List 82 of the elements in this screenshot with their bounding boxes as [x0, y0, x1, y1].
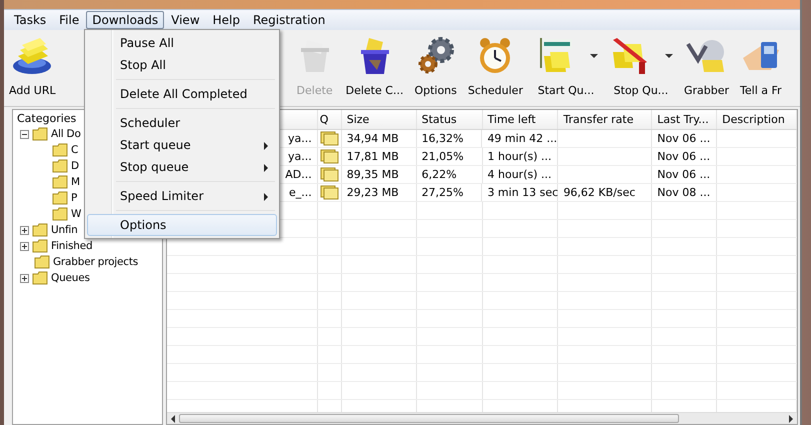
menu-item[interactable]: Delete All Completed: [87, 83, 277, 105]
table-cell: Nov 06 ...: [652, 130, 718, 147]
table-cell: 29,23 MB: [342, 184, 417, 201]
toolbar-label: Scheduler: [468, 84, 523, 97]
tree-item[interactable]: Unfin: [51, 224, 78, 236]
folder-icon: [32, 239, 48, 253]
column-header[interactable]: Transfer rate: [558, 110, 652, 129]
tree-item[interactable]: Queues: [51, 272, 90, 284]
gears-icon: [416, 36, 456, 76]
table-cell: 21,05%: [416, 148, 482, 165]
tree-item[interactable]: M: [71, 176, 80, 188]
tree-item[interactable]: Grabber projects: [53, 256, 138, 268]
menu-bar-item[interactable]: Registration: [247, 11, 332, 29]
tree-item[interactable]: All Do: [51, 128, 81, 140]
folder-icon: [52, 191, 68, 205]
toolbar-label: Grabber: [684, 84, 730, 97]
toolbar-button[interactable]: Add URL: [7, 32, 58, 99]
toolbar-button[interactable]: Tell a Fr: [738, 32, 784, 99]
table-cell: 16,32%: [416, 130, 482, 147]
table-cell: 49 min 42 ...: [482, 130, 558, 147]
toolbar-button[interactable]: Stop Qu...: [606, 32, 675, 99]
table-cell: 4 hour(s) ...: [482, 166, 558, 183]
menu-item[interactable]: Options: [87, 214, 277, 236]
table-cell: 17,81 MB: [342, 148, 417, 165]
folder-icon: [34, 255, 50, 269]
toolbar-label: Delete C...: [346, 84, 404, 97]
menu-bar-item[interactable]: Help: [206, 11, 246, 29]
table-cell: 1 hour(s) ...: [482, 148, 558, 165]
folder-icon: [32, 127, 48, 141]
table-cell: 89,35 MB: [342, 166, 417, 183]
toolbar-label: Start Qu...: [538, 84, 594, 97]
collapse-icon[interactable]: [20, 130, 29, 138]
folder-icon: [52, 175, 68, 189]
tree-item[interactable]: D: [71, 160, 79, 172]
folder-icon: [52, 159, 68, 173]
toolbar-label: Options: [414, 84, 457, 97]
tree-item[interactable]: W: [71, 208, 82, 220]
menu-bar-item[interactable]: Tasks: [8, 11, 52, 29]
toolbar-button[interactable]: Scheduler: [466, 32, 525, 99]
tree-item[interactable]: Finished: [51, 240, 92, 252]
expand-icon[interactable]: [20, 226, 29, 234]
expand-icon[interactable]: [20, 274, 29, 282]
table-cell: Nov 06 ...: [652, 166, 718, 183]
folder-icon: [52, 207, 68, 221]
folder-icon: [52, 143, 68, 157]
folder-icon: [32, 223, 48, 237]
column-header[interactable]: Description: [717, 110, 797, 129]
expand-icon[interactable]: [20, 242, 29, 250]
table-cell: 96,62 KB/sec: [558, 184, 652, 201]
toolbar-button[interactable]: Options: [412, 32, 459, 99]
column-header[interactable]: Size: [342, 110, 417, 129]
toolbar-label: Delete: [296, 84, 333, 97]
dropdown-arrow-icon[interactable]: [664, 54, 673, 58]
table-cell: 34,94 MB: [342, 130, 417, 147]
folder-icon: [32, 271, 48, 285]
dropdown-arrow-icon[interactable]: [590, 54, 598, 58]
toolbar-label: Add URL: [9, 84, 56, 97]
table-cell: 6,22%: [416, 166, 482, 183]
menu-item[interactable]: Pause All: [87, 32, 277, 54]
column-header[interactable]: Q: [318, 110, 342, 129]
toolbar-button[interactable]: Delete C...: [344, 32, 406, 99]
table-cell: 3 min 13 sec: [482, 184, 558, 201]
scroll-left-icon[interactable]: [171, 414, 175, 422]
column-header[interactable]: Last Try...: [652, 110, 718, 129]
column-header[interactable]: Time left: [482, 110, 558, 129]
horizontal-scrollbar[interactable]: [167, 412, 797, 424]
scroll-right-icon[interactable]: [789, 414, 793, 422]
menu-item[interactable]: Stop All: [87, 54, 277, 76]
toolbar-button[interactable]: Start Qu...: [532, 32, 600, 99]
column-header[interactable]: Status: [416, 110, 483, 129]
tree-item[interactable]: P: [71, 192, 78, 204]
toolbar-label: Tell a Fr: [740, 84, 782, 97]
menu-bar-item[interactable]: View: [165, 11, 206, 29]
menu-bar-item[interactable]: File: [53, 11, 86, 29]
toolbar-label: Stop Qu...: [614, 84, 668, 97]
panel-title: Categories: [17, 112, 76, 125]
toolbar-button[interactable]: Grabber: [682, 32, 732, 99]
table-cell: 27,25%: [416, 184, 482, 201]
tree-item[interactable]: C: [71, 144, 78, 156]
table-cell: Nov 06 ...: [652, 148, 718, 165]
menu-bar-item[interactable]: Downloads: [86, 11, 164, 29]
table-cell: Nov 08 ...: [652, 184, 718, 201]
